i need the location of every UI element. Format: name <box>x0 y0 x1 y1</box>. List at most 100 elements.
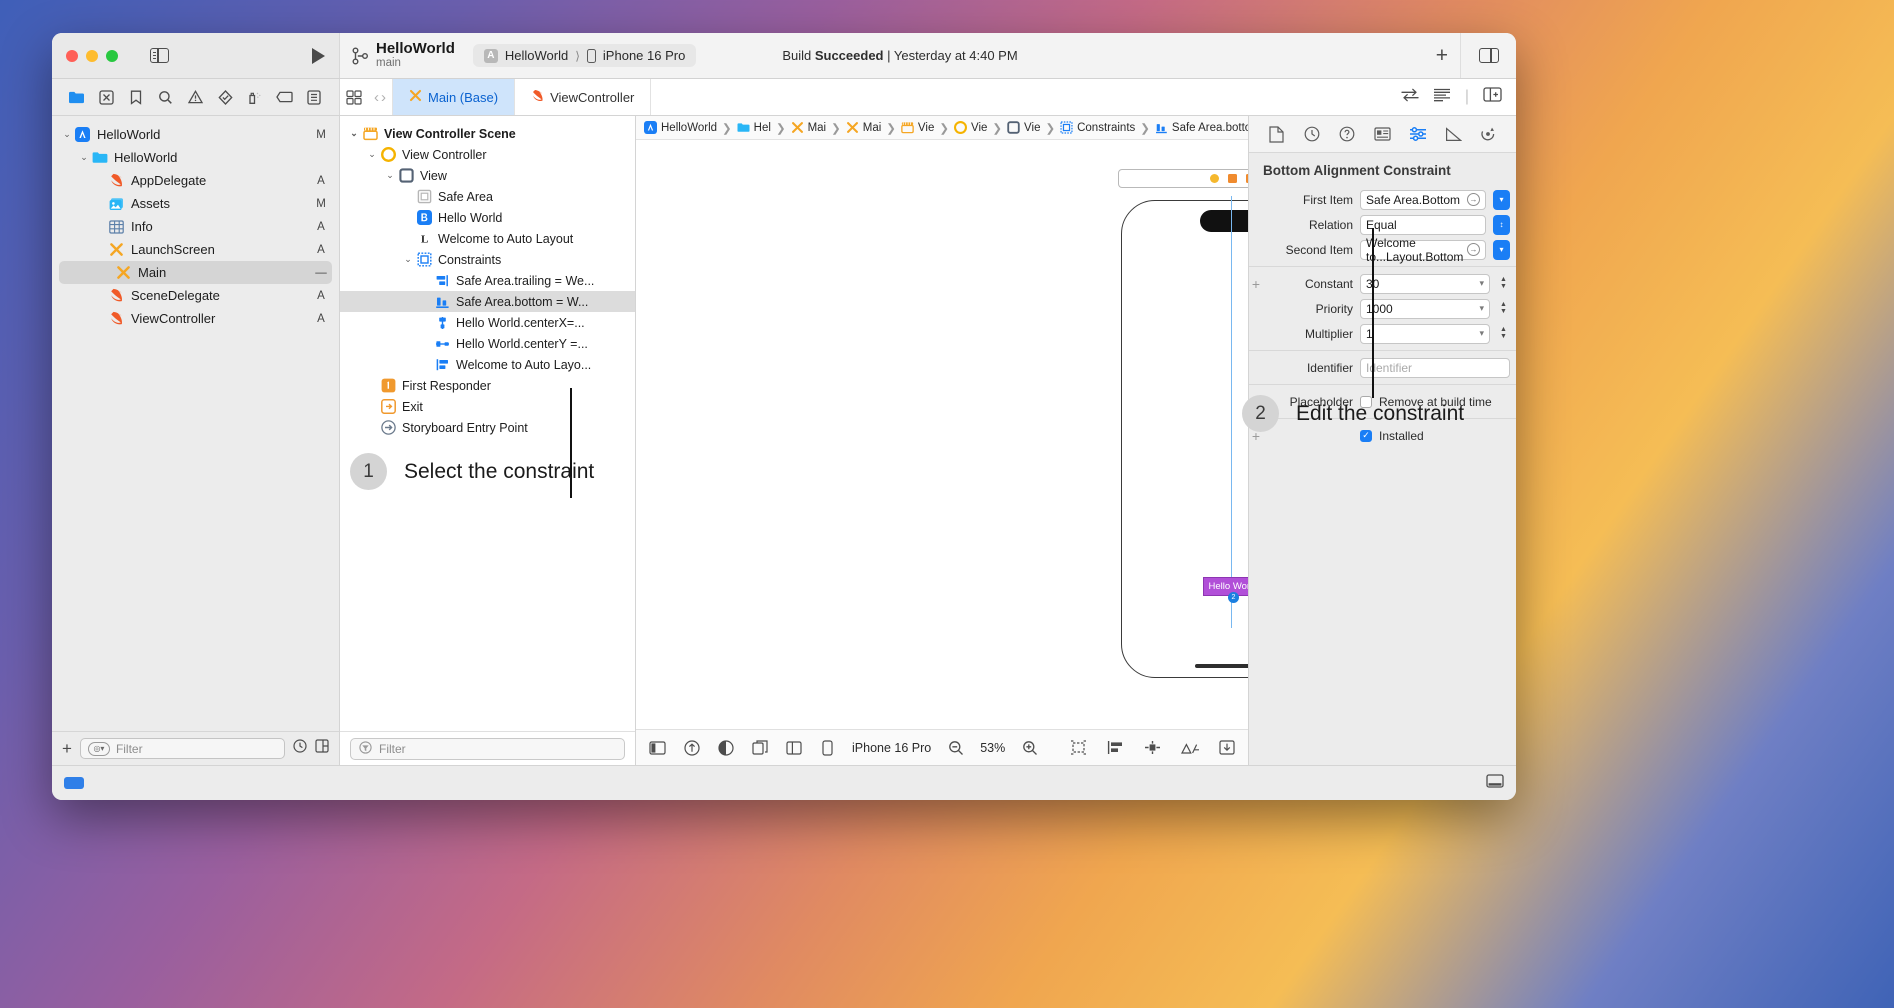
chevron-down-icon[interactable]: ▾ <box>1479 328 1484 339</box>
breakpoints-icon[interactable] <box>270 85 300 109</box>
view-as-icon[interactable] <box>648 739 667 756</box>
navigator-item-launchscreen[interactable]: LaunchScreen A <box>52 238 339 261</box>
outline-item-first-responder[interactable]: First Responder <box>340 375 635 396</box>
reports-icon[interactable] <box>299 85 329 109</box>
jump-to-item-icon[interactable]: → <box>1467 193 1480 206</box>
outline-item-hello-world-centery-[interactable]: Hello World.centerY =... <box>340 333 635 354</box>
hello-world-button[interactable]: Hello World <box>1203 577 1248 596</box>
add-file-button[interactable]: + <box>62 739 72 759</box>
preview-icon[interactable] <box>784 739 803 756</box>
outline-item-view-controller-scene[interactable]: ⌄ View Controller Scene <box>340 123 635 144</box>
quick-help-icon[interactable] <box>1336 125 1358 144</box>
back-chevron-icon[interactable]: ‹ <box>374 89 379 106</box>
tab-viewcontroller[interactable]: ViewController <box>515 79 652 115</box>
size-inspector-icon[interactable] <box>1442 125 1464 144</box>
zoom-out-icon[interactable] <box>946 739 965 756</box>
file-inspector-icon[interactable] <box>1266 125 1288 144</box>
first-item-field[interactable]: Safe Area.Bottom → <box>1360 189 1486 210</box>
resolve-issues-icon[interactable] <box>1180 739 1199 756</box>
toggle-inspector-icon[interactable] <box>1478 48 1499 63</box>
iphone-device-frame[interactable] <box>1121 200 1248 678</box>
scheme-selector[interactable]: HelloWorld main <box>376 40 455 71</box>
breadcrumb-segment-0[interactable]: HelloWorld <box>644 121 717 134</box>
constant-field[interactable]: 30▾ <box>1360 273 1490 294</box>
embed-icon[interactable] <box>1217 739 1236 756</box>
toggle-navigator-icon[interactable] <box>150 48 169 63</box>
first-item-popup-button[interactable]: ▾ <box>1493 189 1510 210</box>
second-item-popup-button[interactable]: ▾ <box>1493 239 1510 260</box>
search-icon[interactable] <box>151 85 181 109</box>
outline-item-hello-world[interactable]: Hello World <box>340 207 635 228</box>
zoom-window-button[interactable] <box>106 49 118 62</box>
constant-stepper[interactable]: ▲ ▼ <box>1497 274 1510 294</box>
disclosure-triangle-icon[interactable]: ⌄ <box>382 170 398 181</box>
history-inspector-icon[interactable] <box>1301 125 1323 144</box>
debug-area-indicator[interactable] <box>64 777 84 789</box>
outline-filter-field[interactable]: Filter <box>350 737 625 760</box>
add-editor-pane-icon[interactable] <box>1483 87 1502 107</box>
toggle-debug-area-icon[interactable] <box>1486 773 1504 793</box>
chevron-down-icon[interactable]: ▾ <box>1479 278 1484 289</box>
navigator-item-appdelegate[interactable]: AppDelegate A <box>52 169 339 192</box>
disclosure-triangle-icon[interactable]: ⌄ <box>77 152 91 163</box>
variants-icon[interactable] <box>750 739 769 756</box>
zoom-in-icon[interactable] <box>1020 739 1039 756</box>
align-icon[interactable] <box>1106 739 1125 756</box>
run-button[interactable] <box>312 47 325 64</box>
source-control-icon[interactable] <box>92 85 122 109</box>
breadcrumb-segment-2[interactable]: Mai <box>791 121 826 134</box>
constant-gutter-plus[interactable]: + <box>1249 276 1263 292</box>
pin-icon[interactable] <box>1143 739 1162 756</box>
disclosure-triangle-icon[interactable]: ⌄ <box>400 254 416 265</box>
recent-files-icon[interactable] <box>293 739 307 758</box>
outline-item-safe-area[interactable]: Safe Area <box>340 186 635 207</box>
breadcrumb-segment-8[interactable]: Safe Area.bottom = Welcome to Auto Layou… <box>1155 121 1248 134</box>
relation-popup-button[interactable]: ↕ <box>1493 214 1510 235</box>
navigator-item-helloworld[interactable]: ⌄ HelloWorld <box>52 146 339 169</box>
outline-item-safe-area-trailing-we-[interactable]: Safe Area.trailing = We... <box>340 270 635 291</box>
outline-item-storyboard-entry-point[interactable]: Storyboard Entry Point <box>340 417 635 438</box>
interface-builder-canvas[interactable]: Hello World 2 Welcome to Auto Layout <box>636 140 1248 729</box>
navigator-item-main[interactable]: Main — <box>59 261 332 284</box>
device-icon[interactable] <box>818 739 837 756</box>
outline-item-welcome-to-auto-layo-[interactable]: Welcome to Auto Layo... <box>340 354 635 375</box>
outline-item-constraints[interactable]: ⌄ Constraints <box>340 249 635 270</box>
debug-icon[interactable] <box>240 85 270 109</box>
relation-field[interactable]: Equal <box>1360 214 1486 235</box>
jump-to-item-icon[interactable]: → <box>1467 243 1480 256</box>
view-controller-title-bar[interactable] <box>1118 169 1248 188</box>
outline-item-hello-world-centerx-[interactable]: Hello World.centerX=... <box>340 312 635 333</box>
folder-icon[interactable] <box>62 85 92 109</box>
issues-warning-icon[interactable] <box>181 85 211 109</box>
priority-stepper[interactable]: ▲ ▼ <box>1497 299 1510 319</box>
bookmarks-icon[interactable] <box>121 85 151 109</box>
navigator-item-helloworld[interactable]: ⌄ HelloWorld M <box>52 123 339 146</box>
breadcrumb-segment-1[interactable]: Hel <box>737 121 771 134</box>
priority-field[interactable]: 1000 ▾ <box>1360 298 1490 319</box>
canvas-device-name[interactable]: iPhone 16 Pro <box>852 741 931 755</box>
navigator-item-viewcontroller[interactable]: ViewController A <box>52 307 339 330</box>
disclosure-triangle-icon[interactable]: ⌄ <box>364 149 380 160</box>
breadcrumb-segment-3[interactable]: Mai <box>846 121 881 134</box>
multiplier-field[interactable]: 1 ▾ <box>1360 323 1490 344</box>
outline-item-welcome-to-auto-layout[interactable]: L Welcome to Auto Layout <box>340 228 635 249</box>
breadcrumb-segment-5[interactable]: Vie <box>953 121 987 134</box>
second-item-field[interactable]: Welcome to...Layout.Bottom → <box>1360 236 1486 264</box>
navigator-item-info[interactable]: Info A <box>52 215 339 238</box>
tab-main-base[interactable]: Main (Base) <box>393 79 516 115</box>
disclosure-triangle-icon[interactable]: ⌄ <box>346 128 362 139</box>
constraint-badge[interactable]: 2 <box>1228 592 1239 603</box>
breadcrumb-segment-4[interactable]: Vie <box>901 121 934 134</box>
identifier-field[interactable]: Identifier <box>1360 357 1510 378</box>
disclosure-triangle-icon[interactable]: ⌄ <box>60 129 74 140</box>
connections-inspector-icon[interactable] <box>1477 125 1499 144</box>
run-destination-selector[interactable]: A HelloWorld ⟩ iPhone 16 Pro <box>472 44 697 67</box>
navigator-item-assets[interactable]: Assets M <box>52 192 339 215</box>
breadcrumb-segment-7[interactable]: Constraints <box>1060 121 1135 134</box>
add-editor-button[interactable]: + <box>1436 45 1448 66</box>
filter-options-icon[interactable] <box>315 739 329 758</box>
editor-options-icon[interactable] <box>340 79 368 115</box>
tests-icon[interactable] <box>210 85 240 109</box>
outline-item-view[interactable]: ⌄ View <box>340 165 635 186</box>
breadcrumb-segment-6[interactable]: Vie <box>1007 121 1040 134</box>
